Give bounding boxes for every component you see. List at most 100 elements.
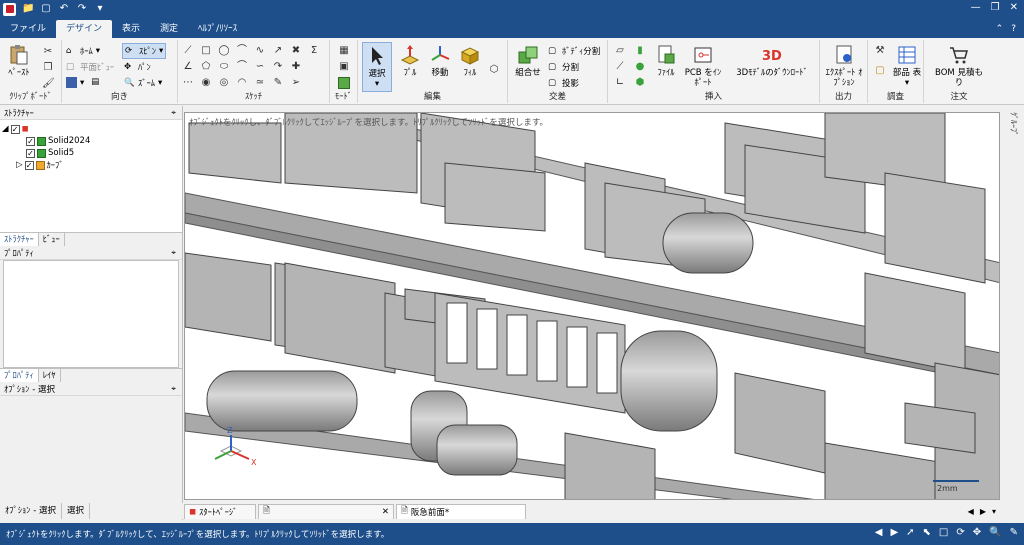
collapse-icon[interactable]: ◢: [2, 124, 9, 134]
tab-views[interactable]: ﾋﾞｭｰ: [39, 233, 65, 246]
view-cube-button[interactable]: ▾ ▤: [66, 77, 102, 88]
polyline-icon[interactable]: ∠: [182, 61, 194, 73]
origin-icon[interactable]: ∟: [614, 77, 626, 89]
project-button[interactable]: ▢ 投影: [548, 77, 579, 90]
pull-button[interactable]: ﾌﾟﾙ: [396, 44, 424, 78]
help-icon[interactable]: ?: [1011, 20, 1016, 38]
tree-root[interactable]: ◢ ✓ ◼: [2, 123, 180, 135]
circle-tool-icon[interactable]: ◯: [218, 45, 230, 57]
format-painter-icon[interactable]: 🖌: [42, 78, 55, 90]
pcb-import-button[interactable]: PCB をｲﾝﾎﾟｰﾄ: [684, 44, 722, 88]
rectangle-tool-icon[interactable]: □: [200, 45, 212, 57]
model-view[interactable]: 2mm Z X: [185, 113, 1000, 500]
minimize-icon[interactable]: —: [971, 2, 981, 13]
tab-measure[interactable]: 測定: [150, 20, 188, 38]
plane-view-button[interactable]: □ 平面ﾋﾞｭｰ: [66, 61, 114, 74]
bend-tool-icon[interactable]: ≃: [254, 77, 266, 89]
insert-file-button[interactable]: ﾌｧｲﾙ: [652, 44, 680, 78]
pan-button[interactable]: ✥ ﾊﾟﾝ: [124, 61, 151, 74]
tab-untitled[interactable]: 🗎 ✕: [258, 503, 394, 519]
solid5-checkbox[interactable]: ✓: [26, 148, 35, 158]
tab-select[interactable]: 選択: [62, 503, 90, 519]
tab-structure[interactable]: ｽﾄﾗｸﾁｬｰ: [0, 233, 39, 246]
combine-button[interactable]: 組合せ: [512, 44, 544, 78]
measure-icon[interactable]: ⚒: [874, 45, 886, 57]
ribbon-collapse-icon[interactable]: ⌃: [996, 20, 1004, 38]
root-checkbox[interactable]: ✓: [10, 124, 20, 134]
save-icon[interactable]: ▢: [40, 3, 52, 15]
shell-icon[interactable]: ⬢: [634, 77, 646, 89]
home-button[interactable]: ⌂ ﾎｰﾑ ▾: [66, 45, 100, 58]
close-tab-icon[interactable]: ✕: [382, 507, 389, 517]
pin-icon[interactable]: ⌖: [171, 384, 176, 394]
tree-item-solid2024[interactable]: ✓ Solid2024: [2, 135, 180, 147]
tree-item-solid5[interactable]: ✓ Solid5: [2, 147, 180, 159]
offset-tool-icon[interactable]: ✚: [290, 61, 302, 73]
sum-icon[interactable]: Σ: [308, 45, 320, 57]
app-logo-icon[interactable]: [3, 2, 16, 16]
tab-display[interactable]: 表示: [112, 20, 150, 38]
split-body-button[interactable]: ▢ ﾎﾞﾃﾞｨ分割: [548, 45, 600, 58]
pin-icon[interactable]: ⌖: [171, 108, 176, 118]
fill-button[interactable]: ﾌｨﾙ: [456, 44, 484, 78]
sketch-mode-icon[interactable]: ▦: [338, 45, 350, 57]
trim-tool-icon[interactable]: ✖: [290, 45, 302, 57]
face-curve-icon[interactable]: ✎: [272, 77, 284, 89]
solid2024-checkbox[interactable]: ✓: [26, 136, 35, 146]
tree-item-curves[interactable]: ▷ ✓ ｶｰﾌﾞ: [2, 159, 180, 171]
move-button[interactable]: 移動: [426, 44, 454, 78]
bom-table-button[interactable]: 部品 表 ▾: [892, 44, 922, 88]
3d-mode-icon[interactable]: [338, 77, 350, 89]
tab-options-select[interactable]: ｵﾌﾟｼｮﾝ - 選択: [0, 503, 62, 519]
3d-download-button[interactable]: 3D 3Dﾓﾃﾞﾙのﾀﾞｳﾝﾛｰﾄﾞ: [732, 44, 812, 78]
select-mode-icon[interactable]: ➚: [906, 527, 914, 538]
tab-help[interactable]: ﾍﾙﾌﾟ/ﾘｿｰｽ: [188, 20, 247, 38]
spin-button[interactable]: ⟳ ｽﾋﾟﾝ ▾: [122, 43, 167, 59]
restore-icon[interactable]: ❐: [991, 2, 1000, 13]
curve-tool-icon[interactable]: ∽: [254, 61, 266, 73]
spline-tool-icon[interactable]: ∿: [254, 45, 266, 57]
blend-icon[interactable]: ⬡: [488, 64, 500, 76]
pin-icon[interactable]: ⌖: [171, 248, 176, 258]
copy-icon[interactable]: ❐: [42, 62, 54, 74]
undo-icon[interactable]: ↶: [58, 3, 70, 15]
sphere-icon[interactable]: ●: [634, 61, 646, 73]
tab-prev-icon[interactable]: ◀: [968, 507, 974, 516]
polygon-tool-icon[interactable]: ⬠: [200, 61, 212, 73]
next-arrow-icon[interactable]: ▶: [890, 527, 898, 538]
customize-qat-icon[interactable]: ▾: [94, 3, 106, 15]
cursor-icon[interactable]: ⬉: [923, 527, 931, 538]
tab-start-page[interactable]: ◼ ｽﾀｰﾄﾍﾟｰｼﾞ: [184, 503, 256, 519]
sketch-status-icon[interactable]: ✎: [1010, 527, 1018, 538]
cylinder-icon[interactable]: ▮: [634, 45, 646, 57]
tab-list-icon[interactable]: ▾: [992, 507, 996, 516]
ellipse-tool-icon[interactable]: ⬭: [218, 61, 230, 73]
tab-next-icon[interactable]: ▶: [980, 507, 986, 516]
open-folder-icon[interactable]: 📁: [22, 3, 34, 15]
gauge-icon[interactable]: ▢: [874, 65, 886, 77]
close-icon[interactable]: ✕: [1010, 2, 1018, 13]
paste-button[interactable]: ﾍﾟｰｽﾄ: [4, 44, 34, 78]
expand-icon[interactable]: ▷: [16, 160, 23, 170]
slot-tool-icon[interactable]: ◉: [200, 77, 212, 89]
tab-hankyu-front[interactable]: 🗎 阪急前面*: [396, 503, 526, 519]
tab-layers[interactable]: ﾚｲﾔ: [39, 369, 61, 382]
cut-icon[interactable]: ✂: [42, 46, 54, 58]
tab-design[interactable]: デザイン: [56, 20, 113, 38]
tab-properties[interactable]: ﾌﾟﾛﾊﾟﾃｨ: [0, 369, 39, 382]
arc-tool-icon[interactable]: ⌒: [236, 45, 248, 57]
point-tool-icon[interactable]: ⋯: [182, 77, 194, 89]
sweep-arc-icon[interactable]: ◠: [236, 77, 248, 89]
spin-status-icon[interactable]: ⟳: [956, 527, 964, 538]
bom-quote-button[interactable]: BOM 見積も り: [930, 44, 988, 88]
tangent-line-icon[interactable]: ↗: [272, 45, 284, 57]
plane-icon[interactable]: ▱: [614, 45, 626, 57]
curves-checkbox[interactable]: ✓: [24, 160, 34, 170]
prev-arrow-icon[interactable]: ◀: [875, 527, 883, 538]
box-select-icon[interactable]: □: [939, 527, 948, 538]
circle3-tool-icon[interactable]: ◎: [218, 77, 230, 89]
arc3-tool-icon[interactable]: ⌒: [236, 61, 248, 73]
zoom-status-icon[interactable]: 🔍: [989, 527, 1001, 538]
section-mode-icon[interactable]: ▣: [338, 61, 350, 73]
extend-tool-icon[interactable]: ↷: [272, 61, 284, 73]
